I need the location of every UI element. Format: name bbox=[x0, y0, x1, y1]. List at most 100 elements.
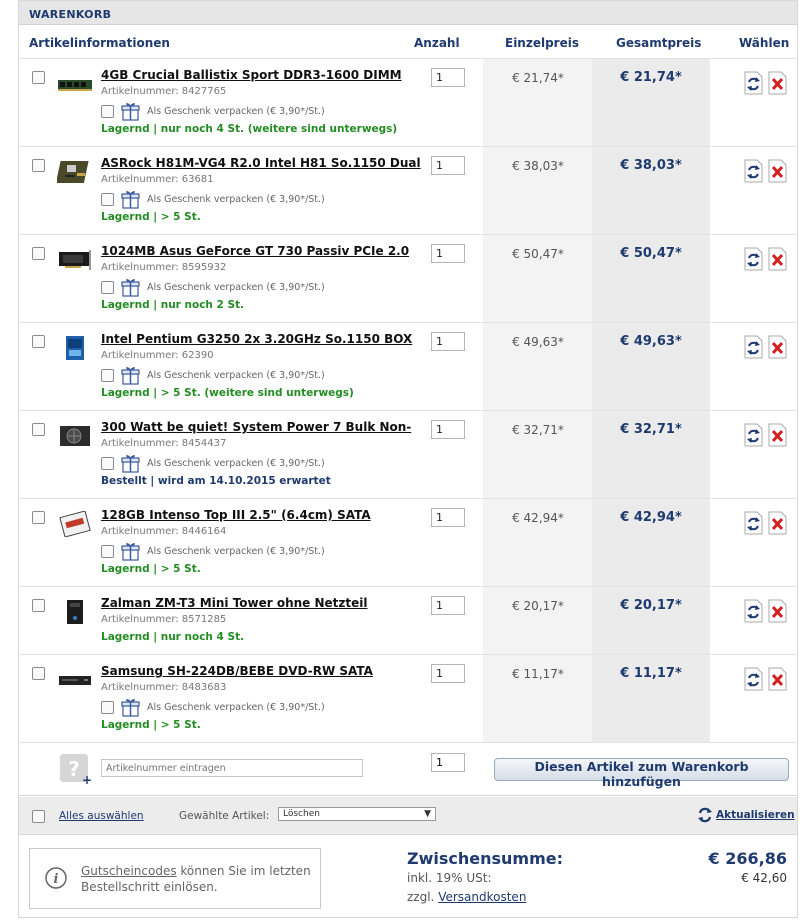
bulk-action-bar: Alles auswählen Gewählte Artikel: Lösche… bbox=[19, 797, 797, 835]
gift-wrap-checkbox[interactable] bbox=[101, 104, 114, 118]
product-name-link[interactable]: Intel Pentium G3250 2x 3.20GHz So.1150 B… bbox=[101, 332, 421, 346]
delete-item-button[interactable] bbox=[767, 159, 788, 186]
bulk-action-select[interactable]: Löschen ▼ bbox=[278, 807, 436, 821]
product-name-link[interactable]: Samsung SH-224DB/BEBE DVD-RW SATA bbox=[101, 664, 421, 678]
voucher-codes-link[interactable]: Gutscheincodes bbox=[81, 864, 177, 878]
availability-status[interactable]: Lagernd | > 5 St. bbox=[101, 563, 201, 575]
delete-item-button[interactable] bbox=[767, 667, 788, 694]
gift-box-icon bbox=[121, 190, 140, 209]
dvd-drive-icon[interactable] bbox=[57, 667, 93, 693]
quantity-input[interactable] bbox=[431, 68, 465, 87]
item-select-checkbox[interactable] bbox=[32, 511, 45, 524]
delete-item-button[interactable] bbox=[767, 335, 788, 362]
availability-status[interactable]: Lagernd | nur noch 2 St. bbox=[101, 299, 244, 311]
availability-status[interactable]: Lagernd | nur noch 4 St. bbox=[101, 631, 244, 643]
update-item-button[interactable] bbox=[743, 247, 764, 274]
availability-status[interactable]: Bestellt | wird am 14.10.2015 erwartet bbox=[101, 475, 331, 487]
availability-status[interactable]: Lagernd | nur noch 4 St. (weitere sind u… bbox=[101, 123, 397, 135]
add-quantity-input[interactable] bbox=[431, 753, 465, 772]
update-item-button[interactable] bbox=[743, 159, 764, 186]
add-to-cart-button[interactable]: Diesen Artikel zum Warenkorb hinzufügen bbox=[494, 758, 789, 789]
gift-wrap-checkbox[interactable] bbox=[101, 700, 114, 714]
refresh-icon bbox=[698, 807, 712, 823]
quantity-input[interactable] bbox=[431, 244, 465, 263]
gift-wrap-option: Als Geschenk verpacken (€ 3,90*/St.) bbox=[101, 277, 325, 297]
cart-item-row: 4GB Crucial Ballistix Sport DDR3-1600 DI… bbox=[19, 59, 797, 147]
ram-module-icon[interactable] bbox=[57, 71, 93, 97]
quantity-input[interactable] bbox=[431, 596, 465, 615]
graphics-card-icon[interactable] bbox=[57, 247, 93, 273]
quantity-input[interactable] bbox=[431, 156, 465, 175]
gift-wrap-option: Als Geschenk verpacken (€ 3,90*/St.) bbox=[101, 101, 325, 121]
item-actions bbox=[743, 511, 788, 538]
availability-status[interactable]: Lagernd | > 5 St. (weitere sind unterweg… bbox=[101, 387, 354, 399]
cart-item-row: Zalman ZM-T3 Mini Tower ohne Netzteil Art… bbox=[19, 587, 797, 655]
total-price: € 38,03* bbox=[620, 158, 682, 173]
quantity-input[interactable] bbox=[431, 420, 465, 439]
gift-wrap-checkbox[interactable] bbox=[101, 368, 114, 382]
item-select-checkbox[interactable] bbox=[32, 667, 45, 680]
item-select-checkbox[interactable] bbox=[32, 599, 45, 612]
column-header-unit-price: Einzelpreis bbox=[505, 36, 579, 50]
gift-wrap-checkbox[interactable] bbox=[101, 280, 114, 294]
availability-status[interactable]: Lagernd | > 5 St. bbox=[101, 719, 201, 731]
column-header-info: Artikelinformationen bbox=[29, 36, 170, 50]
refresh-cart-button[interactable]: Aktualisieren bbox=[697, 807, 795, 823]
delete-item-icon bbox=[768, 247, 787, 271]
update-item-button[interactable] bbox=[743, 423, 764, 450]
item-select-checkbox[interactable] bbox=[32, 423, 45, 436]
delete-item-button[interactable] bbox=[767, 599, 788, 626]
item-select-checkbox[interactable] bbox=[32, 71, 45, 84]
column-header-total-price: Gesamtpreis bbox=[616, 36, 702, 50]
item-select-checkbox[interactable] bbox=[32, 335, 45, 348]
subtotal-label: Zwischensumme: bbox=[407, 849, 564, 868]
unit-price: € 49,63* bbox=[512, 335, 564, 349]
gift-wrap-checkbox[interactable] bbox=[101, 456, 114, 470]
product-name-link[interactable]: 4GB Crucial Ballistix Sport DDR3-1600 DI… bbox=[101, 68, 421, 82]
motherboard-icon[interactable] bbox=[55, 159, 93, 185]
svg-text:+: + bbox=[82, 773, 91, 785]
update-item-button[interactable] bbox=[743, 71, 764, 98]
quantity-input[interactable] bbox=[431, 508, 465, 527]
delete-item-button[interactable] bbox=[767, 71, 788, 98]
gift-wrap-checkbox[interactable] bbox=[101, 192, 114, 206]
product-name-link[interactable]: 128GB Intenso Top III 2.5" (6.4cm) SATA bbox=[101, 508, 421, 522]
product-name-link[interactable]: ASRock H81M-VG4 R2.0 Intel H81 So.1150 D… bbox=[101, 156, 421, 170]
availability-status[interactable]: Lagernd | > 5 St. bbox=[101, 211, 201, 223]
shipping-costs-link[interactable]: Versandkosten bbox=[438, 890, 526, 904]
gift-wrap-label: Als Geschenk verpacken (€ 3,90*/St.) bbox=[147, 369, 325, 381]
product-name-link[interactable]: 300 Watt be quiet! System Power 7 Bulk N… bbox=[101, 420, 421, 434]
delete-item-button[interactable] bbox=[767, 423, 788, 450]
ssd-icon[interactable] bbox=[57, 510, 93, 538]
delete-item-icon bbox=[768, 667, 787, 691]
unknown-article-icon: ? + bbox=[60, 754, 91, 785]
gift-wrap-option: Als Geschenk verpacken (€ 3,90*/St.) bbox=[101, 365, 325, 385]
cart-item-row: 1024MB Asus GeForce GT 730 Passiv PCIe 2… bbox=[19, 235, 797, 323]
select-all-checkbox[interactable] bbox=[32, 810, 45, 823]
article-number-input[interactable] bbox=[101, 759, 363, 777]
item-select-checkbox[interactable] bbox=[32, 159, 45, 172]
item-select-checkbox[interactable] bbox=[32, 247, 45, 260]
article-number: Artikelnummer: 8454437 bbox=[101, 438, 227, 449]
update-item-button[interactable] bbox=[743, 599, 764, 626]
cpu-box-icon[interactable] bbox=[57, 335, 93, 361]
quantity-input[interactable] bbox=[431, 664, 465, 683]
update-item-button[interactable] bbox=[743, 335, 764, 362]
column-header-row: Artikelinformationen Anzahl Einzelpreis … bbox=[19, 25, 797, 59]
pc-case-icon[interactable] bbox=[57, 599, 93, 625]
product-name-link[interactable]: Zalman ZM-T3 Mini Tower ohne Netzteil bbox=[101, 596, 421, 610]
item-actions bbox=[743, 599, 788, 626]
update-item-button[interactable] bbox=[743, 511, 764, 538]
select-all-link[interactable]: Alles auswählen bbox=[59, 810, 144, 822]
product-name-link[interactable]: 1024MB Asus GeForce GT 730 Passiv PCIe 2… bbox=[101, 244, 421, 258]
unit-price: € 20,17* bbox=[512, 599, 564, 613]
delete-item-button[interactable] bbox=[767, 511, 788, 538]
quantity-input[interactable] bbox=[431, 332, 465, 351]
shipping-prefix: zzgl. bbox=[407, 890, 439, 904]
gift-wrap-checkbox[interactable] bbox=[101, 544, 114, 558]
delete-item-button[interactable] bbox=[767, 247, 788, 274]
update-item-button[interactable] bbox=[743, 667, 764, 694]
total-price: € 32,71* bbox=[620, 422, 682, 437]
power-supply-icon[interactable] bbox=[57, 423, 93, 449]
dropdown-arrow-icon: ▼ bbox=[424, 809, 431, 819]
